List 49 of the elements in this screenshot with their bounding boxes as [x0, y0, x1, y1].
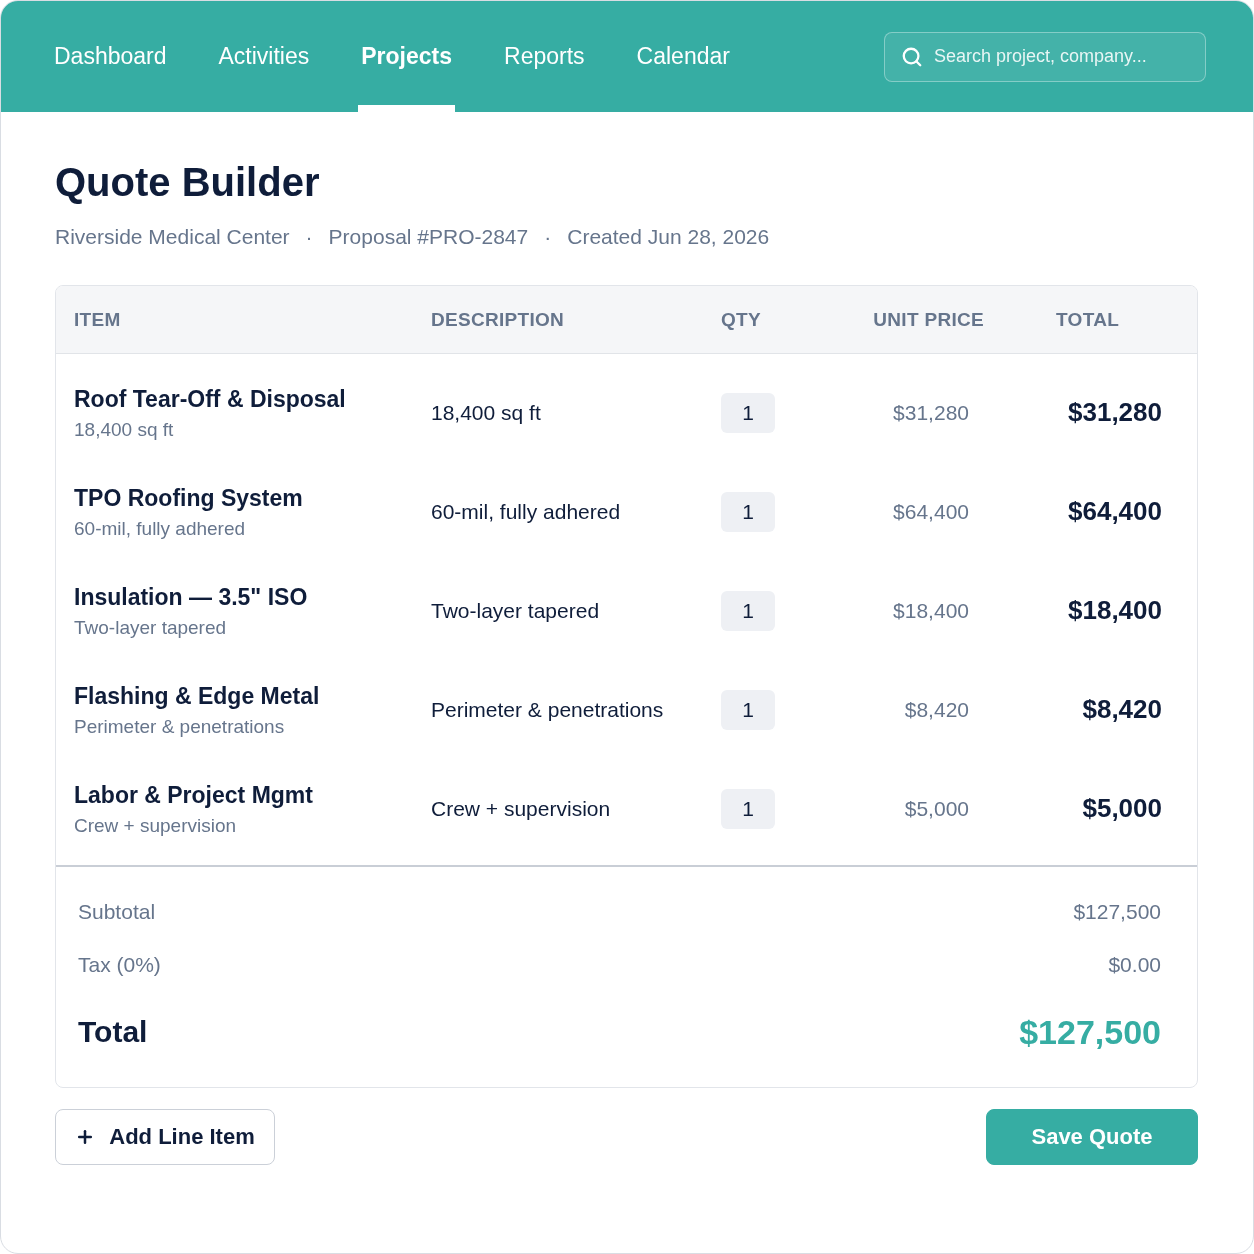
column-header: QTY — [721, 308, 761, 331]
unit-price-cell: $64,400 — [893, 499, 969, 524]
summary-value: $0.00 — [1108, 952, 1161, 977]
page-title: Quote Builder — [55, 159, 320, 206]
search-icon — [901, 45, 923, 68]
unit-price-cell: $8,420 — [904, 697, 969, 722]
item-detail: 60-mil, fully adhered — [74, 516, 246, 540]
quantity-field[interactable]: 1 — [721, 590, 775, 631]
grand-total-value: $127,500 — [1019, 1012, 1161, 1052]
item-name: Flashing & Edge Metal — [74, 681, 320, 710]
meta-text: Created Jun 28, 2026 — [567, 224, 770, 250]
item-name: TPO Roofing System — [74, 483, 303, 512]
line-total-cell: $8,420 — [1082, 694, 1162, 725]
item-detail: Crew + supervision — [74, 813, 237, 837]
line-total-cell: $64,400 — [1068, 496, 1162, 527]
summary-value: $127,500 — [1073, 899, 1161, 924]
unit-price-cell: $5,000 — [904, 796, 969, 821]
meta-separator: · — [305, 224, 313, 250]
meta-text: Proposal #PRO-2847 — [328, 224, 529, 250]
description-cell: Two-layer tapered — [431, 598, 600, 623]
item-detail: Perimeter & penetrations — [74, 714, 285, 738]
quantity-field[interactable]: 1 — [721, 788, 775, 829]
summary-label: Subtotal — [78, 899, 156, 924]
quantity-field[interactable]: 1 — [721, 689, 775, 730]
column-header: UNIT PRICE — [873, 308, 985, 331]
line-total-cell: $18,400 — [1068, 595, 1162, 626]
description-cell: Perimeter & penetrations — [431, 697, 664, 722]
summary-label: Tax (0%) — [78, 952, 161, 977]
item-name: Roof Tear-Off & Disposal — [74, 384, 346, 413]
line-total-cell: $31,280 — [1068, 397, 1162, 428]
item-name: Labor & Project Mgmt — [74, 780, 313, 809]
meta-text: Riverside Medical Center — [55, 224, 290, 250]
unit-price-cell: $31,280 — [893, 400, 969, 425]
unit-price-cell: $18,400 — [893, 598, 969, 623]
column-header: TOTAL — [1056, 308, 1120, 331]
description-cell: 60-mil, fully adhered — [431, 499, 621, 524]
description-cell: Crew + supervision — [431, 796, 611, 821]
item-detail: Two-layer tapered — [74, 615, 227, 639]
grand-total-label: Total — [78, 1015, 148, 1049]
quantity-field[interactable]: 1 — [721, 392, 775, 433]
meta-separator: · — [544, 224, 552, 250]
column-header: DESCRIPTION — [431, 308, 565, 331]
description-cell: 18,400 sq ft — [431, 400, 541, 425]
column-header: ITEM — [74, 308, 121, 331]
add-line-item-button[interactable]: Add Line Item — [55, 1109, 275, 1165]
line-total-cell: $5,000 — [1082, 793, 1162, 824]
quantity-field[interactable]: 1 — [721, 491, 775, 532]
item-detail: 18,400 sq ft — [74, 417, 174, 441]
item-name: Insulation — 3.5" ISO — [74, 582, 308, 611]
